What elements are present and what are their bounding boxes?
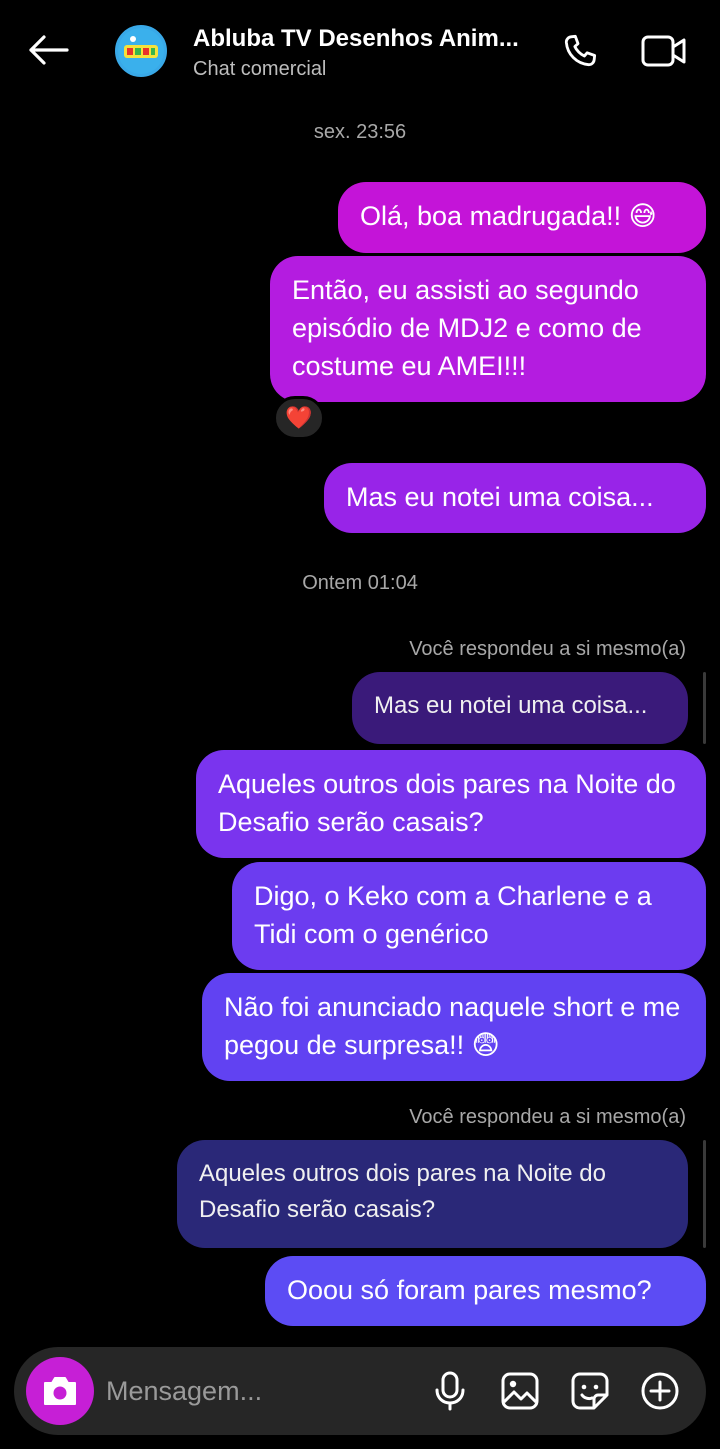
- phone-icon: [564, 34, 597, 67]
- back-button[interactable]: [24, 28, 72, 72]
- sticker-icon: [571, 1372, 609, 1410]
- quoted-message[interactable]: Mas eu notei uma coisa...: [352, 672, 688, 744]
- chat-title[interactable]: Abluba TV Desenhos Anim...: [193, 25, 533, 53]
- camera-icon: [44, 1377, 76, 1405]
- chat-header: Abluba TV Desenhos Anim... Chat comercia…: [0, 0, 720, 100]
- reply-label: Você respondeu a si mesmo(a): [409, 1106, 686, 1128]
- heart-icon: ❤️: [285, 405, 313, 430]
- message-text: Não foi anunciado naquele short e me peg…: [224, 992, 681, 1060]
- add-button[interactable]: [638, 1369, 682, 1413]
- message-bubble[interactable]: Digo, o Keko com a Charlene e a Tidi com…: [232, 862, 706, 970]
- image-icon: [501, 1372, 539, 1410]
- timestamp: Ontem 01:04: [302, 572, 418, 594]
- message-text: Olá, boa madrugada!! 😅: [360, 201, 657, 231]
- video-call-button[interactable]: [638, 28, 690, 74]
- plus-circle-icon: [641, 1372, 679, 1410]
- microphone-icon: [435, 1371, 465, 1411]
- message-text: Digo, o Keko com a Charlene e a Tidi com…: [254, 881, 652, 949]
- reply-indicator: [703, 1140, 706, 1248]
- chat-subtitle: Chat comercial: [193, 58, 327, 80]
- message-bubble[interactable]: Aqueles outros dois pares na Noite do De…: [196, 750, 706, 858]
- message-text: Aqueles outros dois pares na Noite do De…: [218, 769, 676, 837]
- voice-call-button[interactable]: [556, 28, 604, 74]
- gallery-button[interactable]: [498, 1369, 542, 1413]
- arrow-left-icon: [29, 35, 69, 65]
- quoted-message[interactable]: Aqueles outros dois pares na Noite do De…: [177, 1140, 688, 1248]
- message-bubble[interactable]: Então, eu assisti ao segundo episódio de…: [270, 256, 706, 402]
- video-camera-icon: [641, 35, 686, 67]
- message-composer: [14, 1347, 706, 1435]
- message-bubble[interactable]: Ooou só foram pares mesmo?: [265, 1256, 706, 1326]
- quoted-text: Mas eu notei uma coisa...: [374, 692, 648, 719]
- reply-label: Você respondeu a si mesmo(a): [409, 638, 686, 660]
- camera-button[interactable]: [26, 1357, 94, 1425]
- message-bubble[interactable]: Olá, boa madrugada!! 😅: [338, 182, 706, 253]
- message-bubble[interactable]: Mas eu notei uma coisa...: [324, 463, 706, 533]
- quoted-text: Aqueles outros dois pares na Noite do De…: [199, 1160, 606, 1223]
- message-bubble[interactable]: Não foi anunciado naquele short e me peg…: [202, 973, 706, 1081]
- avatar[interactable]: [115, 25, 167, 77]
- message-input[interactable]: [106, 1369, 406, 1413]
- microphone-button[interactable]: [428, 1369, 472, 1413]
- message-text: Ooou só foram pares mesmo?: [287, 1275, 652, 1305]
- heart-reaction[interactable]: ❤️: [273, 396, 325, 440]
- message-text: Então, eu assisti ao segundo episódio de…: [292, 275, 642, 381]
- reply-indicator: [703, 672, 706, 744]
- channel-logo-icon: [118, 28, 164, 74]
- timestamp: sex. 23:56: [313, 121, 407, 143]
- sticker-button[interactable]: [568, 1369, 612, 1413]
- message-text: Mas eu notei uma coisa...: [346, 482, 654, 512]
